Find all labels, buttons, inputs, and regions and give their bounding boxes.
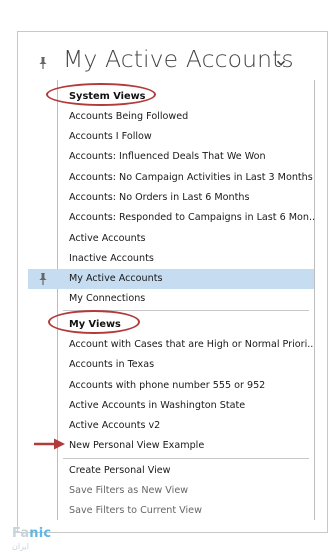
system-views-header: System Views xyxy=(69,91,146,102)
view-item-no-orders[interactable]: Accounts: No Orders in Last 6 Months xyxy=(58,188,314,208)
view-dropdown-menu: System Views Accounts Being Followed Acc… xyxy=(28,80,315,521)
watermark-brand: Fanic xyxy=(12,526,52,541)
pin-icon[interactable] xyxy=(37,272,49,286)
current-view-title[interactable]: My Active Accounts xyxy=(63,45,294,73)
view-item-active-accounts-v2[interactable]: Active Accounts v2 xyxy=(58,416,314,436)
view-item-phone-number[interactable]: Accounts with phone number 555 or 952 xyxy=(58,376,314,396)
menu-divider xyxy=(63,458,309,459)
view-item-my-active-accounts[interactable]: My Active Accounts xyxy=(28,269,314,289)
save-filters-as-new-view-button[interactable]: Save Filters as New View xyxy=(58,481,314,501)
view-item-influenced-deals[interactable]: Accounts: Influenced Deals That We Won xyxy=(58,147,314,167)
view-item-responded-to-campaigns[interactable]: Accounts: Responded to Campaigns in Last… xyxy=(58,208,314,228)
view-item-inactive-accounts[interactable]: Inactive Accounts xyxy=(58,249,314,269)
watermark-logo: Fanic ایران xyxy=(8,524,98,554)
menu-divider xyxy=(63,310,309,311)
view-item-active-accounts[interactable]: Active Accounts xyxy=(58,229,314,249)
view-item-washington-state[interactable]: Active Accounts in Washington State xyxy=(58,396,314,416)
view-selector-panel: My Active Accounts System Views Accounts… xyxy=(17,31,328,533)
view-item-accounts-i-follow[interactable]: Accounts I Follow xyxy=(58,127,314,147)
watermark-persian: ایران xyxy=(12,542,29,551)
chevron-down-icon[interactable] xyxy=(276,59,286,67)
view-selector-header[interactable]: My Active Accounts xyxy=(18,32,327,80)
view-item-no-campaign-activities[interactable]: Accounts: No Campaign Activities in Last… xyxy=(58,168,314,188)
create-personal-view-button[interactable]: Create Personal View xyxy=(58,461,314,481)
view-item-accounts-in-texas[interactable]: Accounts in Texas xyxy=(58,355,314,375)
my-views-header: My Views xyxy=(69,319,121,330)
view-item-new-personal-view-example[interactable]: New Personal View Example xyxy=(58,436,314,456)
pin-icon[interactable] xyxy=(37,56,49,70)
selected-view-label: My Active Accounts xyxy=(69,273,163,284)
view-item-accounts-being-followed[interactable]: Accounts Being Followed xyxy=(58,107,314,127)
save-filters-to-current-view-button[interactable]: Save Filters to Current View xyxy=(58,501,314,521)
view-item-my-connections[interactable]: My Connections xyxy=(58,289,314,309)
view-item-cases-high-normal-priority[interactable]: Account with Cases that are High or Norm… xyxy=(58,335,314,355)
